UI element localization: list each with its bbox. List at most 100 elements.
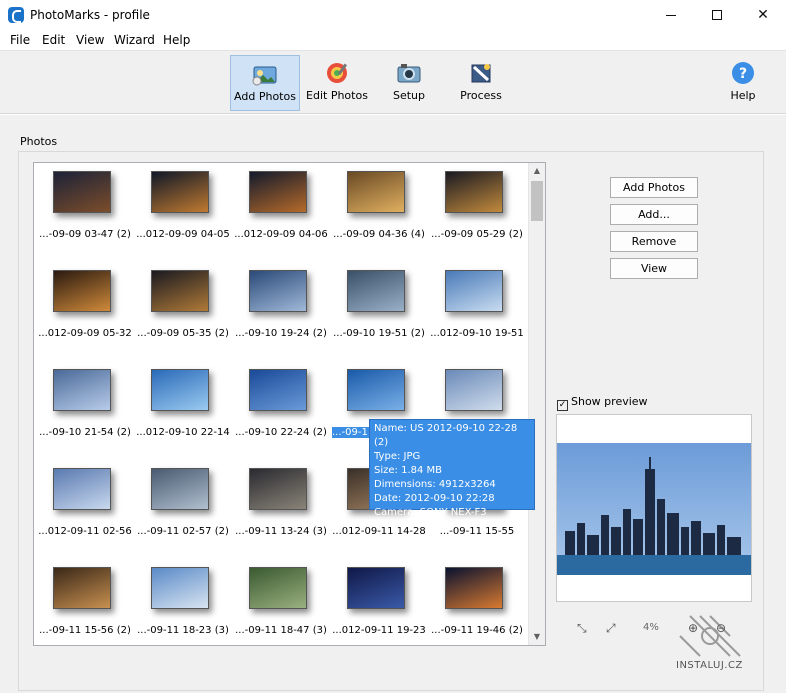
photo-caption: ...-09-11 02-57 (2) [137, 526, 229, 537]
minimize-button[interactable] [648, 0, 694, 30]
photo-item[interactable]: ...012-09-11 02-56 [36, 460, 134, 559]
zoom-level: 4% [643, 622, 659, 633]
photo-item[interactable]: ...-09-10 22-24 (2) [232, 361, 330, 460]
photo-item[interactable]: ...-09-09 05-35 (2) [134, 262, 232, 361]
photo-caption: ...-09-10 21-54 (2) [39, 427, 131, 438]
tooltip-name: Name: US 2012-09-10 22-28 (2) [374, 423, 518, 448]
photo-caption: ...012-09-10 22-14 [136, 427, 230, 438]
photo-thumbnail[interactable] [445, 567, 503, 609]
photo-thumbnail[interactable] [347, 171, 405, 213]
maximize-button[interactable] [694, 0, 740, 30]
photo-item[interactable]: ...-09-11 19-46 (2) [428, 559, 526, 645]
photo-caption: ...-09-11 18-47 (3) [235, 625, 327, 636]
edit-photos-icon [327, 63, 348, 83]
photo-item[interactable]: ...-09-10 21-54 (2) [36, 361, 134, 460]
close-icon: ✕ [757, 7, 769, 23]
photo-thumbnail[interactable] [249, 369, 307, 411]
photo-caption: ...-09-11 18-23 (3) [137, 625, 229, 636]
photo-thumbnail[interactable] [445, 369, 503, 411]
photo-list-scrollbar[interactable]: ▲ ▼ [528, 163, 545, 645]
show-preview-checkbox[interactable]: ✓ [557, 400, 568, 411]
photo-item[interactable]: ...012-09-10 22-14 [134, 361, 232, 460]
maximize-icon [712, 10, 722, 20]
minimize-icon [666, 14, 676, 16]
actual-size-icon[interactable]: ⤢ [606, 622, 618, 634]
photo-item[interactable]: ...-09-09 04-36 (4) [330, 163, 428, 262]
scroll-thumb[interactable] [531, 181, 543, 221]
photo-thumbnail[interactable] [151, 468, 209, 510]
photo-thumbnail[interactable] [53, 468, 111, 510]
scroll-up-icon[interactable]: ▲ [529, 163, 545, 179]
photo-thumbnail[interactable] [53, 369, 111, 411]
photo-thumbnail[interactable] [347, 567, 405, 609]
show-preview-label: Show preview [571, 395, 648, 408]
photo-item[interactable]: ...012-09-09 05-32 [36, 262, 134, 361]
setup-tool-label: Setup [392, 89, 426, 102]
photo-thumbnail[interactable] [445, 171, 503, 213]
photo-thumbnail[interactable] [347, 369, 405, 411]
photo-item[interactable]: ...012-09-09 04-05 [134, 163, 232, 262]
help-tool-button[interactable]: ? Help [708, 55, 778, 111]
view-button[interactable]: View [610, 258, 698, 279]
photo-item[interactable]: ...-09-11 18-47 (3) [232, 559, 330, 645]
photo-thumbnail[interactable] [445, 270, 503, 312]
menu-file[interactable]: File [10, 33, 30, 47]
photo-item[interactable]: ...-09-11 15-56 (2) [36, 559, 134, 645]
photo-thumbnail[interactable] [249, 468, 307, 510]
photo-thumbnail[interactable] [151, 369, 209, 411]
photo-thumbnail[interactable] [249, 171, 307, 213]
menu-view[interactable]: View [76, 33, 104, 47]
title-bar: PhotoMarks - profile ✕ [0, 0, 786, 30]
menu-help[interactable]: Help [163, 33, 190, 47]
photo-thumbnail[interactable] [53, 567, 111, 609]
menu-wizard[interactable]: Wizard [114, 33, 155, 47]
photo-thumbnail[interactable] [249, 270, 307, 312]
close-button[interactable]: ✕ [740, 0, 786, 30]
tooltip-camera: Camera: SONY NEX-F3 [374, 507, 487, 518]
photo-item[interactable]: ...-09-09 05-29 (2) [428, 163, 526, 262]
show-preview-toggle[interactable]: ✓ Show preview [557, 395, 648, 411]
add-button[interactable]: Add... [610, 204, 698, 225]
photo-thumbnail[interactable] [151, 171, 209, 213]
photo-item[interactable]: ...-09-11 13-24 (3) [232, 460, 330, 559]
remove-button[interactable]: Remove [610, 231, 698, 252]
add-photos-tool-button[interactable]: Add Photos [230, 55, 300, 111]
photo-thumbnail[interactable] [151, 270, 209, 312]
photo-item[interactable]: ...012-09-11 19-23 [330, 559, 428, 645]
add-photos-button[interactable]: Add Photos [610, 177, 698, 198]
preview-image [557, 443, 751, 575]
help-tool-label: Help [730, 89, 756, 102]
photo-item[interactable]: ...-09-09 03-47 (2) [36, 163, 134, 262]
edit-photos-tool-button[interactable]: Edit Photos [302, 55, 372, 111]
photo-item[interactable]: ...-09-10 19-51 (2) [330, 262, 428, 361]
photo-item[interactable]: ...012-09-09 04-06 [232, 163, 330, 262]
photo-list[interactable]: ▲ ▼ ...-09-09 03-47 (2) ...012-09-09 04-0… [33, 162, 546, 646]
photo-thumbnail[interactable] [53, 270, 111, 312]
fit-to-window-icon[interactable]: ⤡ [577, 622, 589, 634]
photo-thumbnail[interactable] [53, 171, 111, 213]
photo-caption: ...-09-11 13-24 (3) [235, 526, 327, 537]
process-tool-button[interactable]: Process [446, 55, 516, 111]
scroll-down-icon[interactable]: ▼ [529, 629, 545, 645]
toolbar: Add Photos Edit Photos Setup Process ? H… [0, 50, 786, 114]
help-icon: ? [732, 62, 754, 84]
photo-thumbnail[interactable] [347, 270, 405, 312]
photo-thumbnail[interactable] [151, 567, 209, 609]
photo-caption: ...-09-11 19-46 (2) [431, 625, 523, 636]
photo-item[interactable]: ...-09-11 18-23 (3) [134, 559, 232, 645]
photo-item[interactable]: ...-09-11 02-57 (2) [134, 460, 232, 559]
photo-item[interactable]: ...012-09-10 19-51 [428, 262, 526, 361]
photo-caption: ...-09-09 05-29 (2) [431, 229, 523, 240]
photo-caption: ...-09-10 19-51 (2) [333, 328, 425, 339]
tooltip-type: Type: JPG [374, 451, 421, 462]
setup-tool-button[interactable]: Setup [374, 55, 444, 111]
photo-caption: ...-09-09 04-36 (4) [333, 229, 425, 240]
process-tool-label: Process [460, 89, 502, 102]
setup-icon [397, 64, 421, 83]
menu-edit[interactable]: Edit [42, 33, 65, 47]
photo-caption: ...-09-10 22-24 (2) [235, 427, 327, 438]
photo-caption: ...012-09-09 04-05 [136, 229, 230, 240]
photo-item[interactable]: ...-09-10 19-24 (2) [232, 262, 330, 361]
photo-thumbnail[interactable] [249, 567, 307, 609]
watermark-logo-icon [679, 615, 741, 657]
